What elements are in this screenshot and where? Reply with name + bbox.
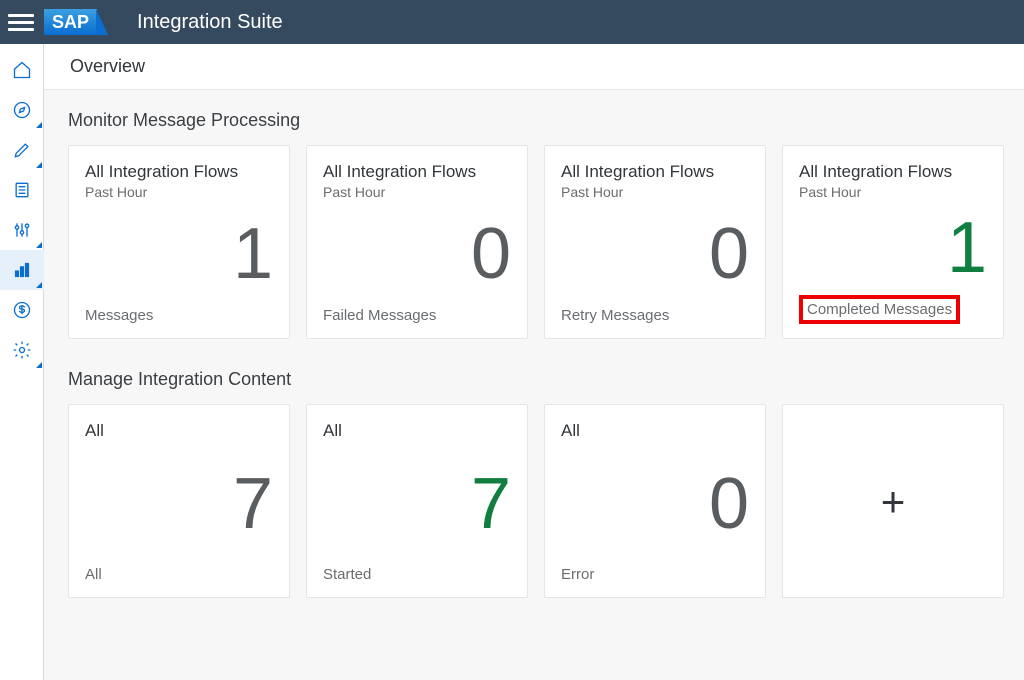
sidebar-item-design[interactable] <box>0 130 44 170</box>
tile-footer: Messages <box>85 307 273 324</box>
compass-icon <box>12 100 32 120</box>
page-title: Overview <box>44 44 1024 90</box>
section-title-monitor: Monitor Message Processing <box>68 110 1004 131</box>
content-area: Monitor Message Processing All Integrati… <box>44 90 1024 680</box>
tile-footer: All <box>85 566 273 583</box>
tile-value: 1 <box>799 200 987 295</box>
tile-content-started[interactable]: All 7 Started <box>306 404 528 598</box>
tile-value: 0 <box>323 200 511 307</box>
list-icon <box>12 180 32 200</box>
top-bar: SAP Integration Suite <box>0 0 1024 44</box>
tile-subtitle: Past Hour <box>561 184 749 200</box>
tile-subtitle: Past Hour <box>85 184 273 200</box>
sidebar <box>0 44 44 680</box>
tile-title: All Integration Flows <box>85 162 273 182</box>
tile-value: 7 <box>85 441 273 566</box>
tile-row-manage: All 7 All All 7 Started All 0 Error + <box>68 404 1004 598</box>
tile-completed-messages[interactable]: All Integration Flows Past Hour 1 Comple… <box>782 145 1004 339</box>
tile-value: 0 <box>561 441 749 566</box>
tile-title: All <box>561 421 749 441</box>
sidebar-item-config[interactable] <box>0 210 44 250</box>
sidebar-item-discover[interactable] <box>0 90 44 130</box>
home-icon <box>12 60 32 80</box>
tile-content-error[interactable]: All 0 Error <box>544 404 766 598</box>
tile-title: All Integration Flows <box>799 162 987 182</box>
tile-subtitle: Past Hour <box>799 184 987 200</box>
tile-add[interactable]: + <box>782 404 1004 598</box>
tile-title: All Integration Flows <box>323 162 511 182</box>
tile-title: All Integration Flows <box>561 162 749 182</box>
sidebar-item-monitor[interactable] <box>0 250 44 290</box>
tile-footer: Started <box>323 566 511 583</box>
app-title: Integration Suite <box>137 11 283 34</box>
tile-failed-messages[interactable]: All Integration Flows Past Hour 0 Failed… <box>306 145 528 339</box>
tile-content-all[interactable]: All 7 All <box>68 404 290 598</box>
menu-icon[interactable] <box>8 9 34 35</box>
gear-icon <box>12 340 32 360</box>
tile-value: 7 <box>323 441 511 566</box>
tile-retry-messages[interactable]: All Integration Flows Past Hour 0 Retry … <box>544 145 766 339</box>
tile-row-monitor: All Integration Flows Past Hour 1 Messag… <box>68 145 1004 339</box>
tile-subtitle: Past Hour <box>323 184 511 200</box>
tile-value: 1 <box>85 200 273 307</box>
plus-icon: + <box>799 421 987 583</box>
pencil-icon <box>12 140 32 160</box>
sidebar-item-billing[interactable] <box>0 290 44 330</box>
dollar-icon <box>12 300 32 320</box>
tile-title: All <box>323 421 511 441</box>
tile-footer-highlight: Completed Messages <box>799 295 960 324</box>
sliders-icon <box>12 220 32 240</box>
main-area: Overview Monitor Message Processing All … <box>44 44 1024 680</box>
section-title-manage: Manage Integration Content <box>68 369 1004 390</box>
tile-value: 0 <box>561 200 749 307</box>
tile-footer: Error <box>561 566 749 583</box>
sidebar-item-settings[interactable] <box>0 330 44 370</box>
sap-logo: SAP <box>44 9 97 35</box>
tile-footer: Failed Messages <box>323 307 511 324</box>
tile-messages[interactable]: All Integration Flows Past Hour 1 Messag… <box>68 145 290 339</box>
sidebar-item-list[interactable] <box>0 170 44 210</box>
chart-icon <box>12 260 32 280</box>
tile-title: All <box>85 421 273 441</box>
sidebar-item-home[interactable] <box>0 50 44 90</box>
tile-footer: Retry Messages <box>561 307 749 324</box>
